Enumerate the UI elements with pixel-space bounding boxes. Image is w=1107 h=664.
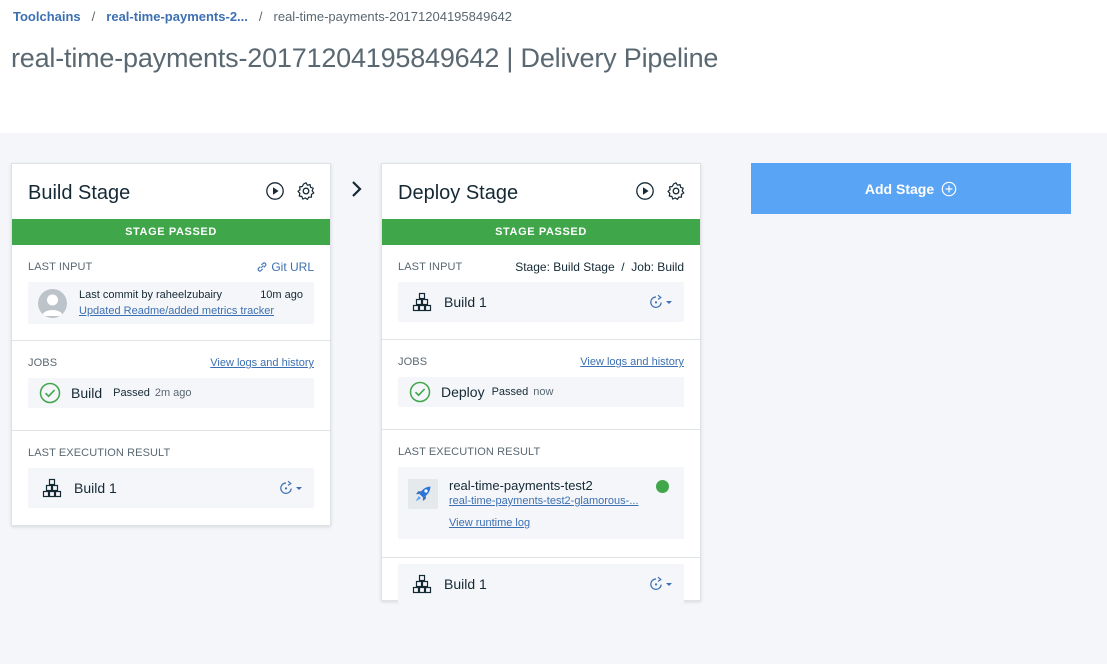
rocket-icon [408, 479, 438, 509]
app-url-link[interactable]: real-time-payments-test2-glamorous-... [449, 495, 661, 507]
redeploy-menu[interactable] [648, 576, 672, 592]
build-result-row[interactable]: Build 1 [28, 468, 314, 508]
redeploy-icon [280, 480, 292, 494]
redeploy-menu[interactable] [278, 480, 302, 496]
git-url-link[interactable]: Git URL [256, 260, 314, 274]
job-status: Passed [113, 387, 150, 399]
build-name: Build 1 [74, 480, 117, 496]
job-status: Passed [491, 386, 529, 398]
chevron-down-icon [296, 486, 302, 490]
commit-message-link[interactable]: Updated Readme/added metrics tracker [79, 305, 274, 317]
job-time: now [533, 386, 554, 398]
add-stage-button[interactable]: Add Stage [751, 163, 1071, 214]
build-name: Build 1 [444, 576, 487, 592]
redeploy-menu[interactable] [648, 294, 672, 310]
runtime-log-link[interactable]: View runtime log [449, 517, 530, 529]
job-row-deploy[interactable]: Deploy Passed now [398, 377, 684, 407]
build-result-row[interactable]: Build 1 [398, 564, 684, 604]
status-dot-icon [656, 480, 669, 493]
stage-header: Deploy Stage [382, 164, 700, 219]
stage-title: Deploy Stage [398, 182, 519, 204]
app-result-box: real-time-payments-test2 real-time-payme… [398, 467, 684, 539]
last-input-section: LAST INPUT Stage: Build Stage / Job: Bui… [382, 245, 700, 340]
last-input-section: LAST INPUT Git URL Last commit by raheel… [12, 245, 330, 341]
add-stage-label: Add Stage [864, 180, 935, 197]
commit-box: Last commit by raheelzubairy 10m ago Upd… [28, 282, 314, 324]
divider [382, 557, 700, 558]
last-execution-section: LAST EXECUTION RESULT real-time-payments… [382, 430, 700, 604]
job-name: Deploy [441, 384, 485, 400]
play-icon[interactable] [635, 181, 655, 201]
breadcrumb-separator: / [258, 9, 263, 24]
breadcrumb-toolchains[interactable]: Toolchains [13, 9, 81, 24]
view-logs-link[interactable]: View logs and history [210, 357, 314, 369]
breadcrumb-separator: / [91, 9, 96, 24]
build-stack-icon [42, 478, 62, 498]
gear-icon[interactable] [666, 181, 686, 201]
app-name: real-time-payments-test2 [449, 478, 593, 493]
link-icon [257, 262, 267, 272]
job-time: 2m ago [154, 387, 192, 399]
page-header: Toolchains / real-time-payments-2... / r… [0, 0, 1107, 133]
chevron-down-icon [666, 300, 672, 304]
gear-icon[interactable] [296, 181, 316, 201]
build-stack-icon [412, 574, 432, 594]
breadcrumb-toolchain[interactable]: real-time-payments-2... [106, 9, 248, 24]
git-url-label: Git URL [271, 260, 314, 274]
breadcrumb: Toolchains / real-time-payments-2... / r… [13, 9, 512, 24]
section-label: LAST INPUT [398, 261, 463, 273]
section-label: LAST EXECUTION RESULT [28, 447, 171, 459]
job-row-build[interactable]: Build Passed 2m ago [28, 378, 314, 408]
chevron-down-icon [666, 582, 672, 586]
page-title: real-time-payments-20171204195849642 | D… [11, 43, 719, 73]
stage-status-bar: STAGE PASSED [382, 219, 700, 245]
check-circle-icon [409, 381, 431, 403]
input-source: Stage: Build Stage / Job: Build [515, 260, 684, 274]
section-label: LAST EXECUTION RESULT [398, 446, 541, 458]
commit-time: 10m ago [260, 289, 303, 301]
stage-status-bar: STAGE PASSED [12, 219, 330, 245]
build-stack-icon [412, 292, 432, 312]
section-label: JOBS [28, 357, 58, 369]
build-stage-card: Build Stage STAGE PASSED LAST INPUT Git … [11, 163, 331, 526]
breadcrumb-current: real-time-payments-20171204195849642 [273, 9, 513, 24]
build-name: Build 1 [444, 294, 487, 310]
jobs-section: JOBS View logs and history Deploy Passed… [382, 340, 700, 430]
input-build-row[interactable]: Build 1 [398, 282, 684, 322]
section-label: LAST INPUT [28, 261, 93, 273]
stage-title: Build Stage [28, 182, 131, 204]
redeploy-icon [650, 294, 662, 308]
redeploy-icon [650, 576, 662, 590]
check-circle-icon [39, 382, 61, 404]
jobs-section: JOBS View logs and history Build Passed … [12, 341, 330, 431]
last-execution-section: LAST EXECUTION RESULT Build 1 [12, 431, 330, 525]
plus-circle-icon [941, 181, 957, 196]
stage-header: Build Stage [12, 164, 330, 219]
deploy-stage-card: Deploy Stage STAGE PASSED LAST INPUT Sta… [381, 163, 701, 604]
chevron-right-icon [352, 181, 362, 197]
commit-author: Last commit by raheelzubairy [79, 289, 223, 301]
play-icon[interactable] [265, 181, 285, 201]
job-name: Build [71, 385, 103, 401]
avatar [38, 289, 67, 318]
view-logs-link[interactable]: View logs and history [580, 356, 684, 368]
section-label: JOBS [398, 356, 428, 368]
